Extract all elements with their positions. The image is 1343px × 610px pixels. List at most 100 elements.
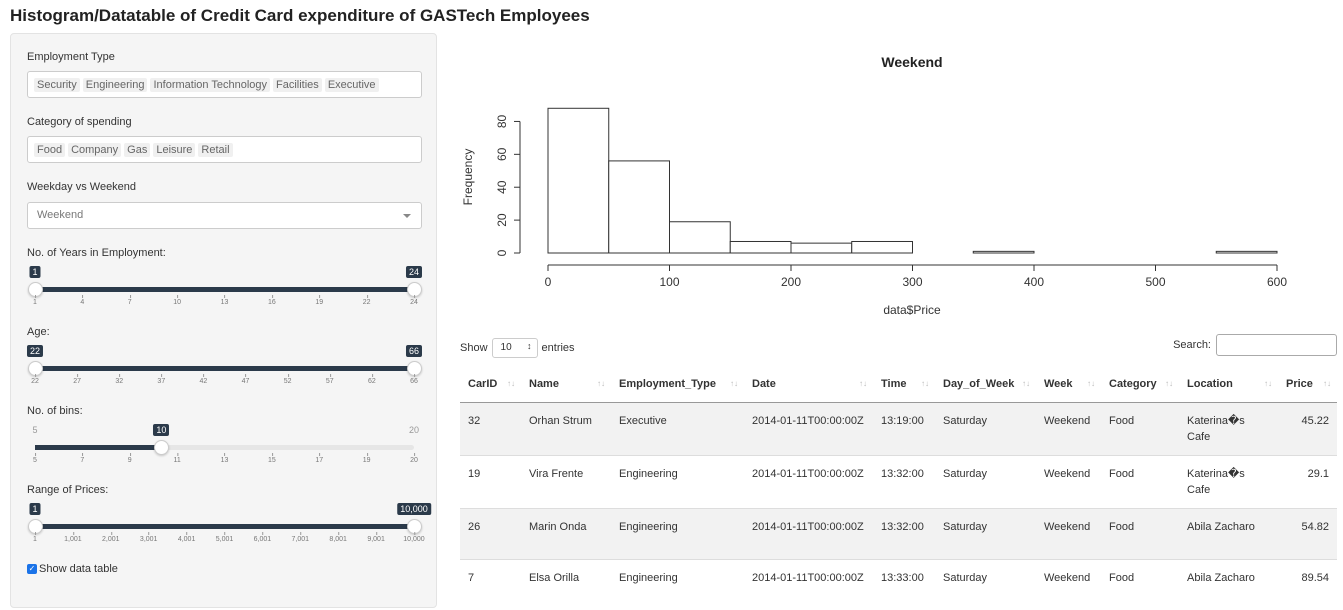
slider-tick-label: 22 bbox=[362, 295, 371, 306]
table-cell: Vira Frente bbox=[521, 454, 611, 508]
selected-chip[interactable]: Executive bbox=[324, 77, 379, 92]
table-cell: 2014-01-11T00:00:00Z bbox=[744, 507, 873, 559]
slider-tick-label: 62 bbox=[367, 374, 376, 385]
chart-title: Weekend bbox=[881, 54, 942, 70]
selected-chip[interactable]: Information Technology bbox=[150, 77, 271, 92]
column-header[interactable]: Location ↑↓ bbox=[1179, 367, 1278, 403]
column-header-label: Location bbox=[1187, 378, 1233, 391]
category-select[interactable]: Food Company Gas Leisure Retail bbox=[27, 136, 422, 163]
histogram-chart: Weekend 0 100 200 300 400 500 600 data$Price 0 20 4… bbox=[461, 54, 1287, 317]
length-select[interactable]: 10 bbox=[491, 338, 538, 358]
table-row[interactable]: 7 Elsa Orilla Engineering 2014-01-11T00:00:… bbox=[460, 558, 1337, 610]
histogram-bar bbox=[547, 107, 610, 254]
table-cell: Saturday bbox=[935, 454, 1036, 508]
slider-value-label: 1 bbox=[29, 266, 41, 278]
sort-icon[interactable]: ↑↓ bbox=[1087, 379, 1095, 388]
column-header[interactable]: Time ↑↓ bbox=[873, 367, 935, 403]
column-header[interactable]: Category ↑↓ bbox=[1101, 367, 1179, 403]
slider-tick-label: 42 bbox=[199, 374, 208, 385]
sort-icon[interactable]: ↑↓ bbox=[597, 379, 605, 388]
histogram-bar bbox=[1215, 250, 1278, 254]
selected-chip[interactable]: Security bbox=[34, 77, 80, 92]
slider-tick-label: 1 bbox=[33, 532, 37, 543]
y-tick-label: 0 bbox=[495, 249, 509, 256]
sort-icon[interactable]: ↑↓ bbox=[859, 379, 867, 388]
slider-tick-label: 66 bbox=[410, 374, 418, 385]
weekday-weekend-select[interactable]: Weekend bbox=[27, 202, 422, 229]
sort-icon[interactable]: ↑↓ bbox=[730, 379, 738, 388]
selected-chip[interactable]: Company bbox=[68, 142, 122, 157]
show-data-table-checkbox[interactable]: ✓ Show data table bbox=[27, 563, 118, 575]
slider-tick-label: 4,001 bbox=[177, 532, 196, 543]
table-cell: Weekend bbox=[1036, 401, 1101, 455]
sort-icon[interactable]: ↑↓ bbox=[507, 379, 515, 388]
table-row[interactable]: 19 Vira Frente Engineering 2014-01-11T00:00… bbox=[460, 454, 1337, 508]
slider-ticks: 22 27 32 37 42 47 52 57 62 66 bbox=[31, 374, 418, 388]
table-row[interactable]: 32 Orhan Strum Executive 2014-01-11T00:00:0… bbox=[460, 401, 1337, 455]
histogram-bar bbox=[851, 240, 913, 254]
y-tick-label: 40 bbox=[495, 180, 509, 194]
histogram-bar bbox=[669, 221, 731, 254]
column-header-label: Week bbox=[1044, 378, 1073, 391]
table-cell: 19 bbox=[460, 454, 521, 508]
histogram-bar bbox=[972, 250, 1035, 254]
sidebar-panel: Employment Type Security Engineering Infor… bbox=[10, 33, 437, 608]
length-control: Show 10 entries bbox=[460, 338, 575, 358]
table-cell: Engineering bbox=[611, 507, 744, 559]
y-tick-label: 80 bbox=[495, 114, 509, 128]
weekday-weekend-label: Weekday vs Weekend bbox=[27, 181, 137, 193]
selected-chip[interactable]: Gas bbox=[124, 142, 151, 157]
chevron-down-icon bbox=[403, 214, 411, 218]
selected-chip[interactable]: Facilities bbox=[273, 77, 322, 92]
slider-tick-label: 13 bbox=[220, 295, 229, 306]
bins-slider[interactable]: 5 20 10 5 7 9 11 13 15 17 19 20 bbox=[27, 411, 422, 466]
column-header[interactable]: Name ↑↓ bbox=[521, 367, 611, 403]
x-tick-label: 600 bbox=[1267, 275, 1287, 289]
column-header-label: Name bbox=[529, 378, 559, 391]
table-cell: 54.82 bbox=[1278, 507, 1337, 559]
sort-icon[interactable]: ↑↓ bbox=[1323, 379, 1331, 388]
table-cell: 32 bbox=[460, 401, 521, 455]
selected-chip[interactable]: Leisure bbox=[153, 142, 196, 157]
column-header[interactable]: Week ↑↓ bbox=[1036, 367, 1101, 403]
table-cell: 2014-01-11T00:00:00Z bbox=[744, 454, 873, 508]
slider-handle[interactable] bbox=[154, 440, 170, 455]
slider-tick-label: 7,001 bbox=[291, 532, 310, 543]
column-header-label: CarID bbox=[468, 378, 498, 391]
show-data-table-label: Show data table bbox=[39, 563, 118, 575]
x-tick-label: 100 bbox=[659, 275, 679, 289]
slider-fill bbox=[35, 287, 414, 292]
slider-fill bbox=[35, 445, 162, 450]
table-cell: Saturday bbox=[935, 507, 1036, 559]
employment-type-select[interactable]: Security Engineering Information Technolog… bbox=[27, 71, 422, 98]
table-cell: Executive bbox=[611, 401, 744, 455]
x-tick-label: 400 bbox=[1024, 275, 1044, 289]
sort-icon[interactable]: ↑↓ bbox=[1022, 379, 1030, 388]
age-slider[interactable]: 22 66 22 27 32 37 42 47 52 57 62 66 bbox=[26, 332, 423, 388]
selected-chip[interactable]: Food bbox=[34, 142, 66, 157]
y-tick-label: 20 bbox=[495, 213, 509, 227]
column-header[interactable]: CarID ↑↓ bbox=[460, 367, 521, 403]
length-value: 10 bbox=[500, 342, 512, 353]
sort-icon[interactable]: ↑↓ bbox=[1165, 379, 1173, 388]
slider-value-label: 24 bbox=[405, 266, 423, 278]
column-header[interactable]: Day_of_Week ↑↓ bbox=[935, 367, 1036, 403]
price-slider[interactable]: 1 10,000 1 1,001 2,001 3,001 4,001 5,001 6,001 7,… bbox=[27, 490, 431, 545]
column-header[interactable]: Employment_Type ↑↓ bbox=[611, 367, 744, 403]
page-title: Histogram/Datatable of Credit Card expen… bbox=[10, 6, 590, 25]
column-header[interactable]: Price ↑↓ bbox=[1278, 367, 1337, 403]
table-cell: Weekend bbox=[1036, 454, 1101, 508]
years-slider[interactable]: 1 24 1 4 7 10 13 16 19 22 24 bbox=[27, 253, 423, 308]
search-input[interactable] bbox=[1216, 334, 1337, 356]
selected-chip[interactable]: Retail bbox=[198, 142, 233, 157]
slider-value-label: 10,000 bbox=[397, 503, 431, 515]
table-cell: Saturday bbox=[935, 401, 1036, 455]
slider-tick-label: 27 bbox=[73, 374, 82, 385]
checkbox-checked-icon[interactable]: ✓ bbox=[27, 564, 37, 574]
selected-chip[interactable]: Engineering bbox=[82, 77, 148, 92]
slider-value-label: 22 bbox=[26, 345, 44, 357]
table-row[interactable]: 26 Marin Onda Engineering 2014-01-11T00:00:… bbox=[460, 507, 1337, 559]
column-header[interactable]: Date ↑↓ bbox=[744, 367, 873, 403]
sort-icon[interactable]: ↑↓ bbox=[921, 379, 929, 388]
sort-icon[interactable]: ↑↓ bbox=[1264, 379, 1272, 388]
